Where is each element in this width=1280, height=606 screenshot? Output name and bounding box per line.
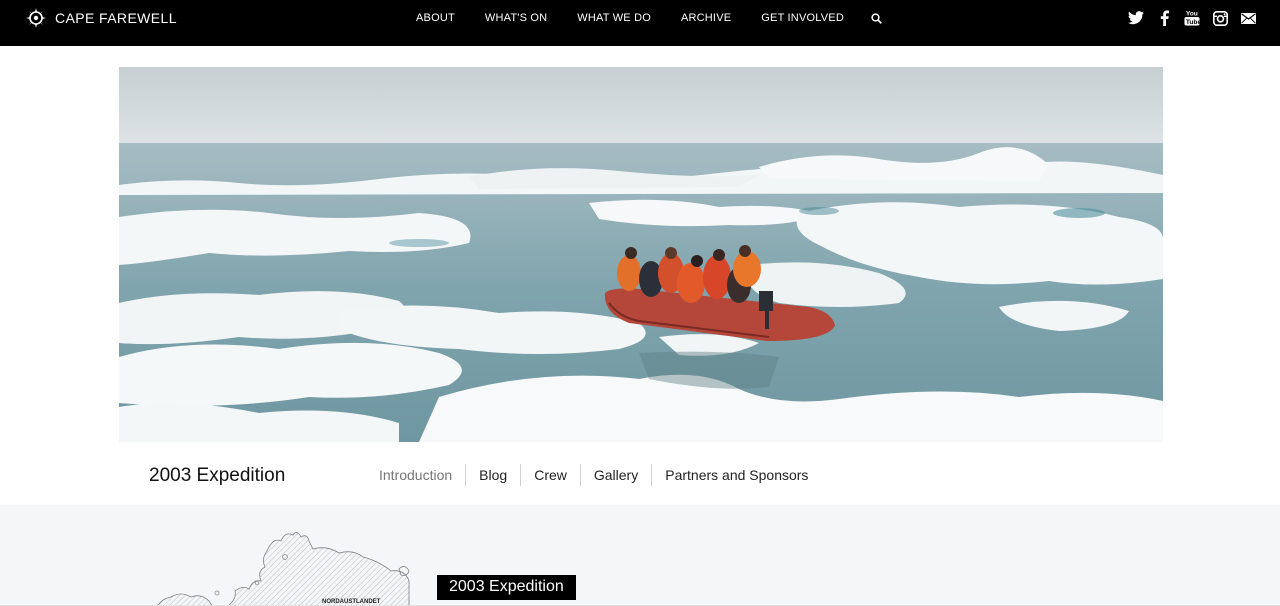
brand-home-link[interactable]: CAPE FAREWELL bbox=[26, 8, 177, 28]
expedition-title: 2003 Expedition bbox=[149, 465, 286, 486]
tab-blog[interactable]: Blog bbox=[465, 464, 520, 486]
youtube-icon[interactable]: You Tube bbox=[1184, 9, 1200, 27]
content-section: NORDAUSTLANDET 2003 Expedition bbox=[0, 505, 1280, 606]
nav-item-whats-on[interactable]: WHAT'S ON bbox=[485, 12, 547, 24]
nav-item-archive[interactable]: ARCHIVE bbox=[681, 12, 731, 24]
nav-item-about[interactable]: ABOUT bbox=[416, 12, 455, 24]
mail-icon[interactable] bbox=[1240, 9, 1256, 27]
section-heading: 2003 Expedition bbox=[437, 575, 576, 600]
instagram-icon[interactable] bbox=[1212, 9, 1228, 27]
expedition-tabs: Introduction Blog Crew Gallery Partners … bbox=[366, 464, 821, 486]
social-links: You Tube bbox=[1128, 9, 1256, 27]
tab-partners-and-sponsors[interactable]: Partners and Sponsors bbox=[651, 464, 821, 486]
search-icon[interactable] bbox=[870, 11, 884, 25]
svalbard-map-image: NORDAUSTLANDET bbox=[157, 532, 410, 606]
tab-crew[interactable]: Crew bbox=[520, 464, 580, 486]
facebook-icon[interactable] bbox=[1156, 9, 1172, 27]
top-navigation-bar: CAPE FAREWELL ABOUT WHAT'S ON WHAT WE DO… bbox=[0, 0, 1280, 46]
tab-gallery[interactable]: Gallery bbox=[579, 464, 651, 486]
tab-introduction[interactable]: Introduction bbox=[366, 464, 465, 486]
twitter-icon[interactable] bbox=[1128, 9, 1144, 27]
hero-image bbox=[119, 67, 1163, 442]
compass-star-logo-icon bbox=[26, 8, 46, 28]
svg-text:Tube: Tube bbox=[1186, 19, 1200, 26]
expedition-subnav: 2003 Expedition Introduction Blog Crew G… bbox=[0, 442, 1280, 505]
main-nav: ABOUT WHAT'S ON WHAT WE DO ARCHIVE GET I… bbox=[416, 11, 884, 25]
sea-ice-boat-photo bbox=[119, 67, 1163, 442]
brand-name: CAPE FAREWELL bbox=[55, 10, 177, 26]
nav-item-what-we-do[interactable]: WHAT WE DO bbox=[577, 12, 651, 24]
nav-item-get-involved[interactable]: GET INVOLVED bbox=[761, 12, 844, 24]
svg-text:You: You bbox=[1186, 11, 1198, 18]
